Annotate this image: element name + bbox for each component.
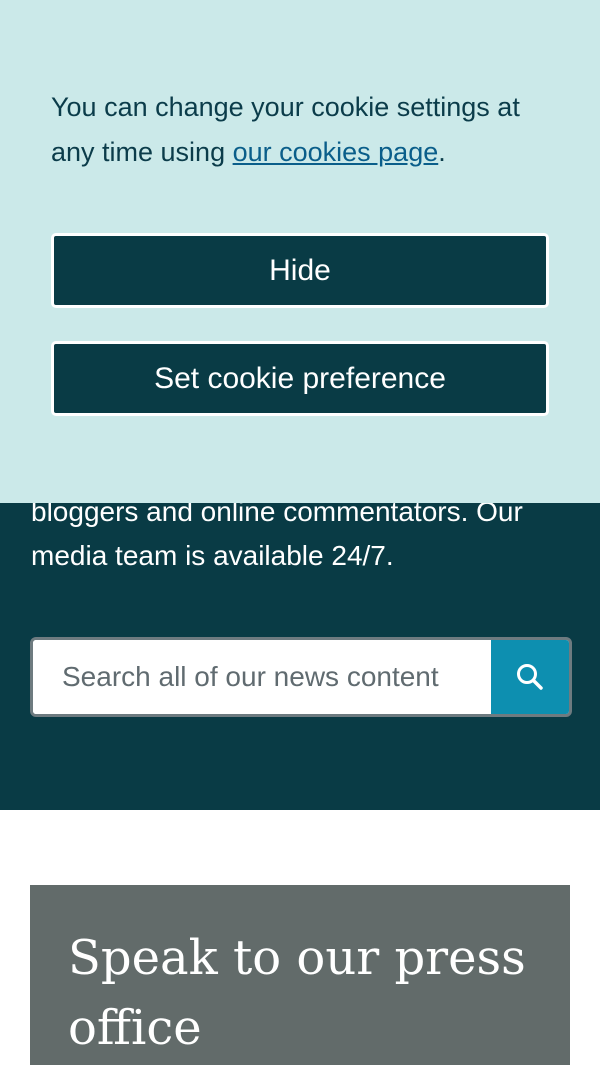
search-button[interactable] (491, 640, 569, 714)
set-cookie-preference-button[interactable]: Set cookie preference (51, 341, 549, 416)
cookie-message-end: . (438, 137, 446, 167)
cookie-message: You can change your cookie settings at a… (51, 85, 561, 175)
press-office-card: Speak to our press office (30, 885, 570, 1065)
press-office-title: Speak to our press office (68, 930, 526, 1056)
news-search-form (30, 637, 572, 717)
news-search-input[interactable] (33, 640, 491, 714)
hero-description: bloggers and online commentators. Our me… (31, 496, 523, 571)
cookies-page-link[interactable]: our cookies page (233, 137, 439, 167)
cookie-banner: You can change your cookie settings at a… (0, 0, 600, 503)
hide-cookie-banner-button[interactable]: Hide (51, 233, 549, 308)
page: bloggers and online commentators. Our me… (0, 0, 600, 1065)
search-icon (517, 664, 543, 690)
